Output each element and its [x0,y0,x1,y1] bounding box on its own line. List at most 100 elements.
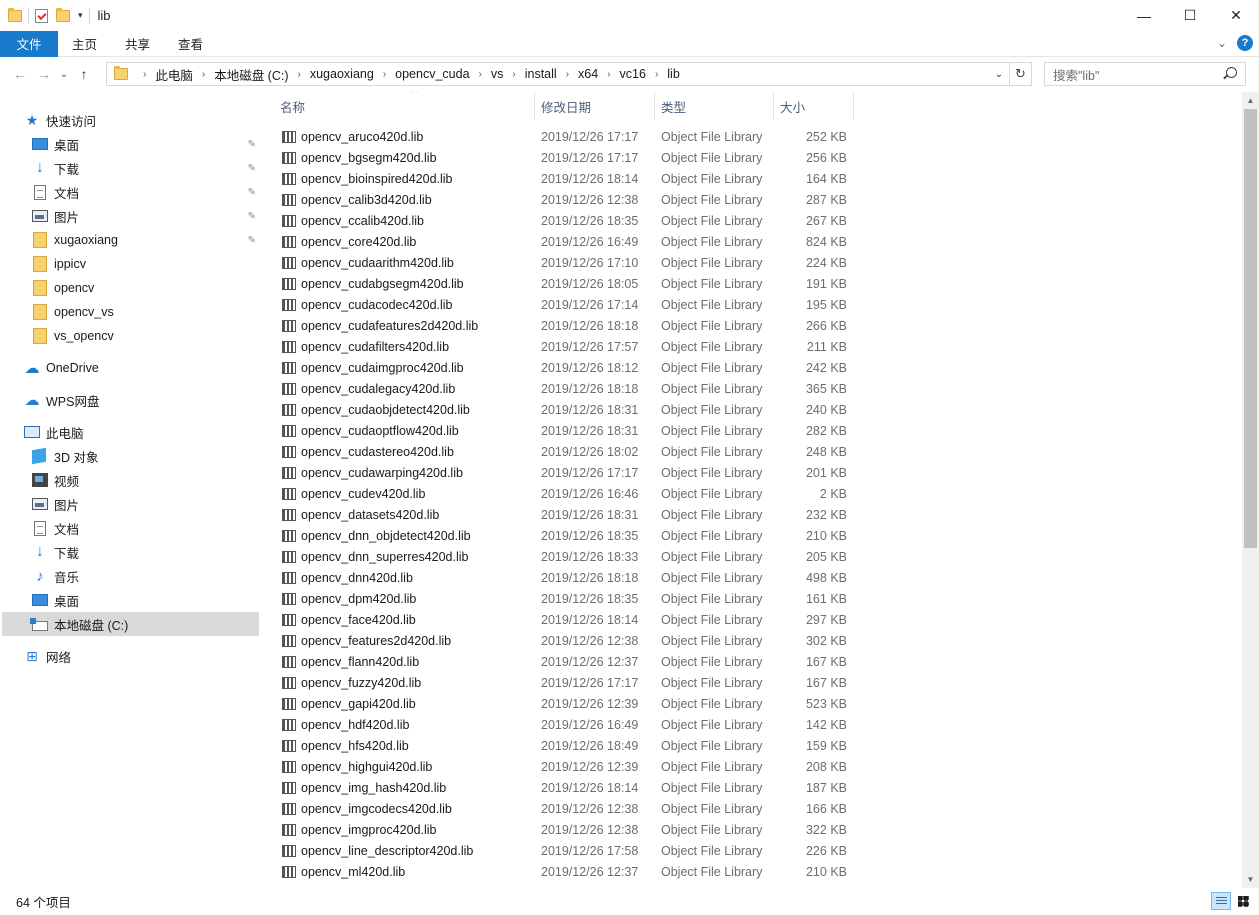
tab-file[interactable]: 文件 [0,30,58,57]
details-view-button[interactable] [1211,892,1231,910]
table-row[interactable]: opencv_ml420d.lib 2019/12/26 12:37 Object … [268,861,858,882]
new-folder-icon[interactable] [56,7,70,22]
table-row[interactable]: opencv_imgproc420d.lib 2019/12/26 12:38 Ob… [268,819,858,840]
help-icon[interactable]: ? [1237,35,1253,51]
table-row[interactable]: opencv_cudaarithm420d.lib 2019/12/26 17:1… [268,252,858,273]
breadcrumb-separator-icon[interactable]: › [383,69,386,80]
breadcrumb-item[interactable]: vc16 [620,67,646,81]
table-row[interactable]: opencv_cudaimgproc420d.lib 2019/12/26 18:… [268,357,858,378]
close-button[interactable]: ✕ [1213,0,1259,31]
maximize-button[interactable]: ☐ [1167,0,1213,31]
sidebar-item-3d-objects[interactable]: 3D 对象 [32,444,260,468]
sidebar-item-ippicv[interactable]: ippicv [32,252,260,276]
table-row[interactable]: opencv_gapi420d.lib 2019/12/26 12:39 Objec… [268,693,858,714]
sidebar-item-this-pc[interactable]: 此电脑 [24,420,260,444]
column-header-date[interactable]: 修改日期 [541,92,654,120]
breadcrumb-item[interactable]: lib [667,67,680,81]
sidebar-item-xugaoxiang[interactable]: xugaoxiang ✎ [32,228,260,252]
sidebar-item-documents[interactable]: 文档 ✎ [32,180,260,204]
breadcrumb-separator-icon[interactable]: › [512,69,515,80]
breadcrumb-separator-icon[interactable]: › [479,69,482,80]
table-row[interactable]: opencv_core420d.lib 2019/12/26 16:49 Objec… [268,231,858,252]
table-row[interactable]: opencv_dpm420d.lib 2019/12/26 18:35 Object… [268,588,858,609]
table-row[interactable]: opencv_calib3d420d.lib 2019/12/26 12:38 Ob… [268,189,858,210]
breadcrumb-item[interactable]: 本地磁盘 (C:) [214,65,288,84]
breadcrumb-item[interactable]: 此电脑 [155,65,193,84]
table-row[interactable]: opencv_line_descriptor420d.lib 2019/12/26… [268,840,858,861]
table-row[interactable]: opencv_bgsegm420d.lib 2019/12/26 17:17 Obj… [268,147,858,168]
sidebar-item-pictures[interactable]: 图片 ✎ [32,204,260,228]
pin-icon[interactable]: ✎ [248,139,256,150]
scroll-up-icon[interactable]: ▲ [1242,92,1259,109]
breadcrumb-item[interactable]: vs [491,67,504,81]
breadcrumb-separator-icon[interactable]: › [202,69,205,80]
column-header-size[interactable]: 大小 [780,92,853,120]
breadcrumb-separator-icon[interactable]: › [655,69,658,80]
sidebar-item-music[interactable]: ♪ 音乐 [32,564,260,588]
table-row[interactable]: opencv_cudev420d.lib 2019/12/26 16:46 Obje… [268,483,858,504]
sidebar-item-opencv-vs[interactable]: opencv_vs [32,300,260,324]
table-row[interactable]: opencv_features2d420d.lib 2019/12/26 12:3… [268,630,858,651]
sidebar-item-pc-downloads[interactable]: ↓ 下载 [32,540,260,564]
sidebar-item-local-disk-c[interactable]: 本地磁盘 (C:) [2,612,259,636]
table-row[interactable]: opencv_fuzzy420d.lib 2019/12/26 17:17 Obje… [268,672,858,693]
table-row[interactable]: opencv_highgui420d.lib 2019/12/26 12:39 Ob… [268,756,858,777]
scrollbar-thumb[interactable] [1244,109,1257,548]
column-divider[interactable] [853,92,854,120]
vertical-scrollbar[interactable]: ▲ ▼ [1242,92,1259,888]
sidebar-item-vs-opencv[interactable]: vs_opencv [32,324,260,348]
table-row[interactable]: opencv_ccalib420d.lib 2019/12/26 18:35 Obj… [268,210,858,231]
column-divider[interactable] [534,92,535,120]
breadcrumb-separator-icon[interactable]: › [607,69,610,80]
pin-icon[interactable]: ✎ [248,187,256,198]
sidebar-item-network[interactable]: ⊞ 网络 [24,644,260,668]
table-row[interactable]: opencv_cudaobjdetect420d.lib 2019/12/26 1… [268,399,858,420]
sidebar-item-pc-pictures[interactable]: 图片 [32,492,260,516]
table-row[interactable]: opencv_dnn_objdetect420d.lib 2019/12/26 1… [268,525,858,546]
search-input[interactable]: 搜索"lib" [1044,62,1246,86]
table-row[interactable]: opencv_dnn_superres420d.lib 2019/12/26 18… [268,546,858,567]
table-row[interactable]: opencv_cudabgsegm420d.lib 2019/12/26 18:0… [268,273,858,294]
back-button[interactable]: ← [8,62,32,86]
breadcrumb-separator-icon[interactable]: › [298,69,301,80]
column-header-name[interactable]: 名称 ^ [280,92,534,120]
table-row[interactable]: opencv_cudawarping420d.lib 2019/12/26 17:… [268,462,858,483]
up-button[interactable]: ↑ [72,62,96,86]
sidebar-item-quick-access[interactable]: ★ 快速访问 [24,108,260,132]
properties-icon[interactable] [35,8,48,23]
table-row[interactable]: opencv_cudafilters420d.lib 2019/12/26 17:… [268,336,858,357]
table-row[interactable]: opencv_cudastereo420d.lib 2019/12/26 18:0… [268,441,858,462]
recent-locations-dropdown[interactable]: ⌄ [56,62,72,86]
pin-icon[interactable]: ✎ [248,235,256,246]
address-bar[interactable]: › 此电脑 › 本地磁盘 (C:) › xugaoxiang › opencv_cuda › vs… [106,62,1032,86]
table-row[interactable]: opencv_datasets420d.lib 2019/12/26 18:31 O… [268,504,858,525]
table-row[interactable]: opencv_cudacodec420d.lib 2019/12/26 17:14… [268,294,858,315]
table-row[interactable]: opencv_imgcodecs420d.lib 2019/12/26 12:38… [268,798,858,819]
sidebar-item-wps[interactable]: ☁ WPS网盘 [24,388,260,412]
table-row[interactable]: opencv_flann420d.lib 2019/12/26 12:37 Obje… [268,651,858,672]
sidebar-item-desktop[interactable]: 桌面 ✎ [32,132,260,156]
breadcrumb-separator-icon[interactable]: › [566,69,569,80]
table-row[interactable]: opencv_hdf420d.lib 2019/12/26 16:49 Object… [268,714,858,735]
column-divider[interactable] [654,92,655,120]
address-dropdown-icon[interactable]: ⌄ [991,63,1007,85]
breadcrumb-item[interactable]: opencv_cuda [395,67,469,81]
table-row[interactable]: opencv_cudafeatures2d420d.lib 2019/12/26 … [268,315,858,336]
sidebar-item-videos[interactable]: 视频 [32,468,260,492]
pin-icon[interactable]: ✎ [248,163,256,174]
refresh-button[interactable]: ↻ [1009,63,1031,85]
large-icons-view-button[interactable] [1233,892,1253,910]
pin-icon[interactable]: ✎ [248,211,256,222]
table-row[interactable]: opencv_hfs420d.lib 2019/12/26 18:49 Object… [268,735,858,756]
table-row[interactable]: opencv_img_hash420d.lib 2019/12/26 18:14 O… [268,777,858,798]
table-row[interactable]: opencv_bioinspired420d.lib 2019/12/26 18:… [268,168,858,189]
sidebar-item-pc-desktop[interactable]: 桌面 [32,588,260,612]
table-row[interactable]: opencv_aruco420d.lib 2019/12/26 17:17 Obje… [268,126,858,147]
sidebar-item-pc-documents[interactable]: 文档 [32,516,260,540]
search-icon[interactable] [1226,67,1237,78]
scroll-down-icon[interactable]: ▼ [1242,871,1259,888]
expand-ribbon-chevron-icon[interactable]: ⌄ [1217,36,1227,50]
breadcrumb-item[interactable]: install [525,67,557,81]
table-row[interactable]: opencv_dnn420d.lib 2019/12/26 18:18 Object… [268,567,858,588]
sidebar-item-opencv[interactable]: opencv [32,276,260,300]
